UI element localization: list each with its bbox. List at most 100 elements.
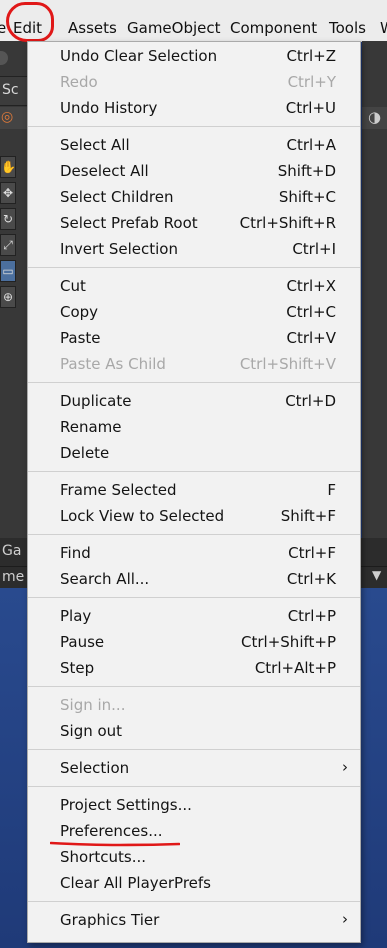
menu-item-shortcut: Ctrl+V bbox=[286, 329, 336, 347]
menu-separator bbox=[28, 471, 360, 472]
menu-item-shortcut: Ctrl+X bbox=[286, 277, 336, 295]
menu-item-label: Step bbox=[60, 659, 95, 677]
menu-item-shortcut: Shift+F bbox=[280, 507, 336, 525]
menu-item-selection[interactable]: Selection › bbox=[28, 756, 360, 782]
menu-item-undo-history[interactable]: Undo History Ctrl+U bbox=[28, 96, 360, 122]
menu-separator bbox=[28, 686, 360, 687]
menu-item-shortcut: Ctrl+Shift+P bbox=[241, 633, 336, 651]
menu-item-pause[interactable]: Pause Ctrl+Shift+P bbox=[28, 630, 360, 656]
menu-item-label: Undo History bbox=[60, 99, 158, 117]
menu-item-shortcut: Ctrl+P bbox=[287, 607, 336, 625]
menubar-item-window-partial[interactable]: W bbox=[380, 18, 387, 38]
menu-item-label: Paste As Child bbox=[60, 355, 166, 373]
menu-item-label: Frame Selected bbox=[60, 481, 177, 499]
menu-separator bbox=[28, 786, 360, 787]
menu-item-shortcut: Ctrl+K bbox=[286, 570, 336, 588]
menu-item-graphics-tier[interactable]: Graphics Tier › bbox=[28, 908, 360, 934]
menu-item-preferences[interactable]: Preferences... bbox=[28, 819, 360, 845]
menu-separator bbox=[28, 126, 360, 127]
menu-item-play[interactable]: Play Ctrl+P bbox=[28, 604, 360, 630]
scale-icon[interactable]: ⤢ bbox=[0, 234, 16, 256]
game-toolbar-label: me bbox=[2, 569, 25, 585]
menu-item-delete[interactable]: Delete bbox=[28, 441, 360, 467]
menu-item-shortcut: Ctrl+C bbox=[286, 303, 336, 321]
menubar-item-gameobject[interactable]: GameObject bbox=[127, 18, 221, 38]
menu-item-search-all[interactable]: Search All... Ctrl+K bbox=[28, 567, 360, 593]
settings-icon[interactable]: ◑ bbox=[368, 108, 381, 126]
menu-item-shortcut: Ctrl+I bbox=[292, 240, 336, 258]
menu-item-select-children[interactable]: Select Children Shift+C bbox=[28, 185, 360, 211]
menu-item-label: Pause bbox=[60, 633, 105, 651]
menu-item-select-all[interactable]: Select All Ctrl+A bbox=[28, 133, 360, 159]
transform-icon[interactable]: ⊕ bbox=[0, 286, 16, 308]
menu-item-label: Graphics Tier bbox=[60, 911, 160, 929]
menu-item-label: Duplicate bbox=[60, 392, 132, 410]
menu-item-label: Cut bbox=[60, 277, 86, 295]
menu-item-label: Play bbox=[60, 607, 92, 625]
menu-item-find[interactable]: Find Ctrl+F bbox=[28, 541, 360, 567]
menu-item-label: Find bbox=[60, 544, 91, 562]
menu-item-shortcut: Ctrl+Shift+V bbox=[239, 355, 336, 373]
edit-menu-dropdown: Undo Clear Selection Ctrl+Z Redo Ctrl+Y … bbox=[27, 41, 361, 943]
menu-item-label: Invert Selection bbox=[60, 240, 178, 258]
menu-item-copy[interactable]: Copy Ctrl+C bbox=[28, 300, 360, 326]
menu-item-sign-out[interactable]: Sign out bbox=[28, 719, 360, 745]
menu-item-label: Clear All PlayerPrefs bbox=[60, 874, 211, 892]
scene-tab-label[interactable]: Sc bbox=[2, 82, 19, 98]
menu-separator bbox=[28, 597, 360, 598]
menu-item-shortcuts[interactable]: Shortcuts... bbox=[28, 845, 360, 871]
menu-separator bbox=[28, 749, 360, 750]
menu-item-label: Preferences... bbox=[60, 822, 163, 840]
menu-item-shortcut: Ctrl+Y bbox=[287, 73, 336, 91]
menu-separator bbox=[28, 267, 360, 268]
tab-icon bbox=[0, 51, 8, 65]
menu-item-shortcut: Ctrl+Z bbox=[286, 47, 336, 65]
menu-item-select-prefab-root[interactable]: Select Prefab Root Ctrl+Shift+R bbox=[28, 211, 360, 237]
right-toolbar: ◑ bbox=[362, 107, 387, 129]
hand-icon[interactable]: ✋ bbox=[0, 156, 16, 178]
menu-item-project-settings[interactable]: Project Settings... bbox=[28, 793, 360, 819]
rotate-icon[interactable]: ↻ bbox=[0, 208, 16, 230]
menu-item-deselect-all[interactable]: Deselect All Shift+D bbox=[28, 159, 360, 185]
menu-item-label: Search All... bbox=[60, 570, 150, 588]
move-icon[interactable]: ✥ bbox=[0, 182, 16, 204]
menu-item-step[interactable]: Step Ctrl+Alt+P bbox=[28, 656, 360, 682]
rect-icon[interactable]: ▭ bbox=[0, 260, 16, 282]
gizmo-icon[interactable]: ◎ bbox=[1, 109, 13, 125]
menu-bar: e Edit Assets GameObject Component Tools… bbox=[0, 0, 387, 42]
menu-item-shortcut: Ctrl+U bbox=[285, 99, 336, 117]
menu-separator bbox=[28, 382, 360, 383]
menu-item-label: Rename bbox=[60, 418, 122, 436]
menu-item-lock-view[interactable]: Lock View to Selected Shift+F bbox=[28, 504, 360, 530]
menu-item-label: Delete bbox=[60, 444, 110, 462]
menu-item-shortcut: Ctrl+A bbox=[286, 136, 336, 154]
menu-item-shortcut: Ctrl+Shift+R bbox=[239, 214, 336, 232]
chevron-right-icon: › bbox=[342, 758, 348, 776]
chevron-right-icon: › bbox=[342, 910, 348, 928]
menu-item-rename[interactable]: Rename bbox=[28, 415, 360, 441]
editor-right-panel: ◑ bbox=[362, 41, 387, 588]
menu-item-label: Undo Clear Selection bbox=[60, 47, 218, 65]
menu-item-paste[interactable]: Paste Ctrl+V bbox=[28, 326, 360, 352]
menu-item-clear-playerprefs[interactable]: Clear All PlayerPrefs bbox=[28, 871, 360, 897]
menubar-item-edit[interactable]: Edit bbox=[13, 18, 42, 38]
menu-item-redo: Redo Ctrl+Y bbox=[28, 70, 360, 96]
menu-item-cut[interactable]: Cut Ctrl+X bbox=[28, 274, 360, 300]
menu-item-sign-in: Sign in... bbox=[28, 693, 360, 719]
menu-item-label: Select Children bbox=[60, 188, 174, 206]
menu-item-label: Copy bbox=[60, 303, 99, 321]
game-tab-label[interactable]: Ga bbox=[2, 543, 21, 559]
menu-item-undo[interactable]: Undo Clear Selection Ctrl+Z bbox=[28, 44, 360, 70]
menu-item-invert-selection[interactable]: Invert Selection Ctrl+I bbox=[28, 237, 360, 263]
menubar-item-partial[interactable]: e bbox=[0, 18, 6, 38]
menu-item-duplicate[interactable]: Duplicate Ctrl+D bbox=[28, 389, 360, 415]
dropdown-arrow-icon[interactable]: ▼ bbox=[372, 568, 381, 582]
menubar-item-assets[interactable]: Assets bbox=[68, 18, 117, 38]
menubar-item-tools[interactable]: Tools bbox=[329, 18, 366, 38]
menu-item-label: Project Settings... bbox=[60, 796, 192, 814]
menu-item-frame-selected[interactable]: Frame Selected F bbox=[28, 478, 360, 504]
menubar-item-component[interactable]: Component bbox=[230, 18, 317, 38]
menu-item-label: Select Prefab Root bbox=[60, 214, 198, 232]
menu-separator bbox=[28, 534, 360, 535]
menu-item-shortcut: Ctrl+Alt+P bbox=[254, 659, 336, 677]
